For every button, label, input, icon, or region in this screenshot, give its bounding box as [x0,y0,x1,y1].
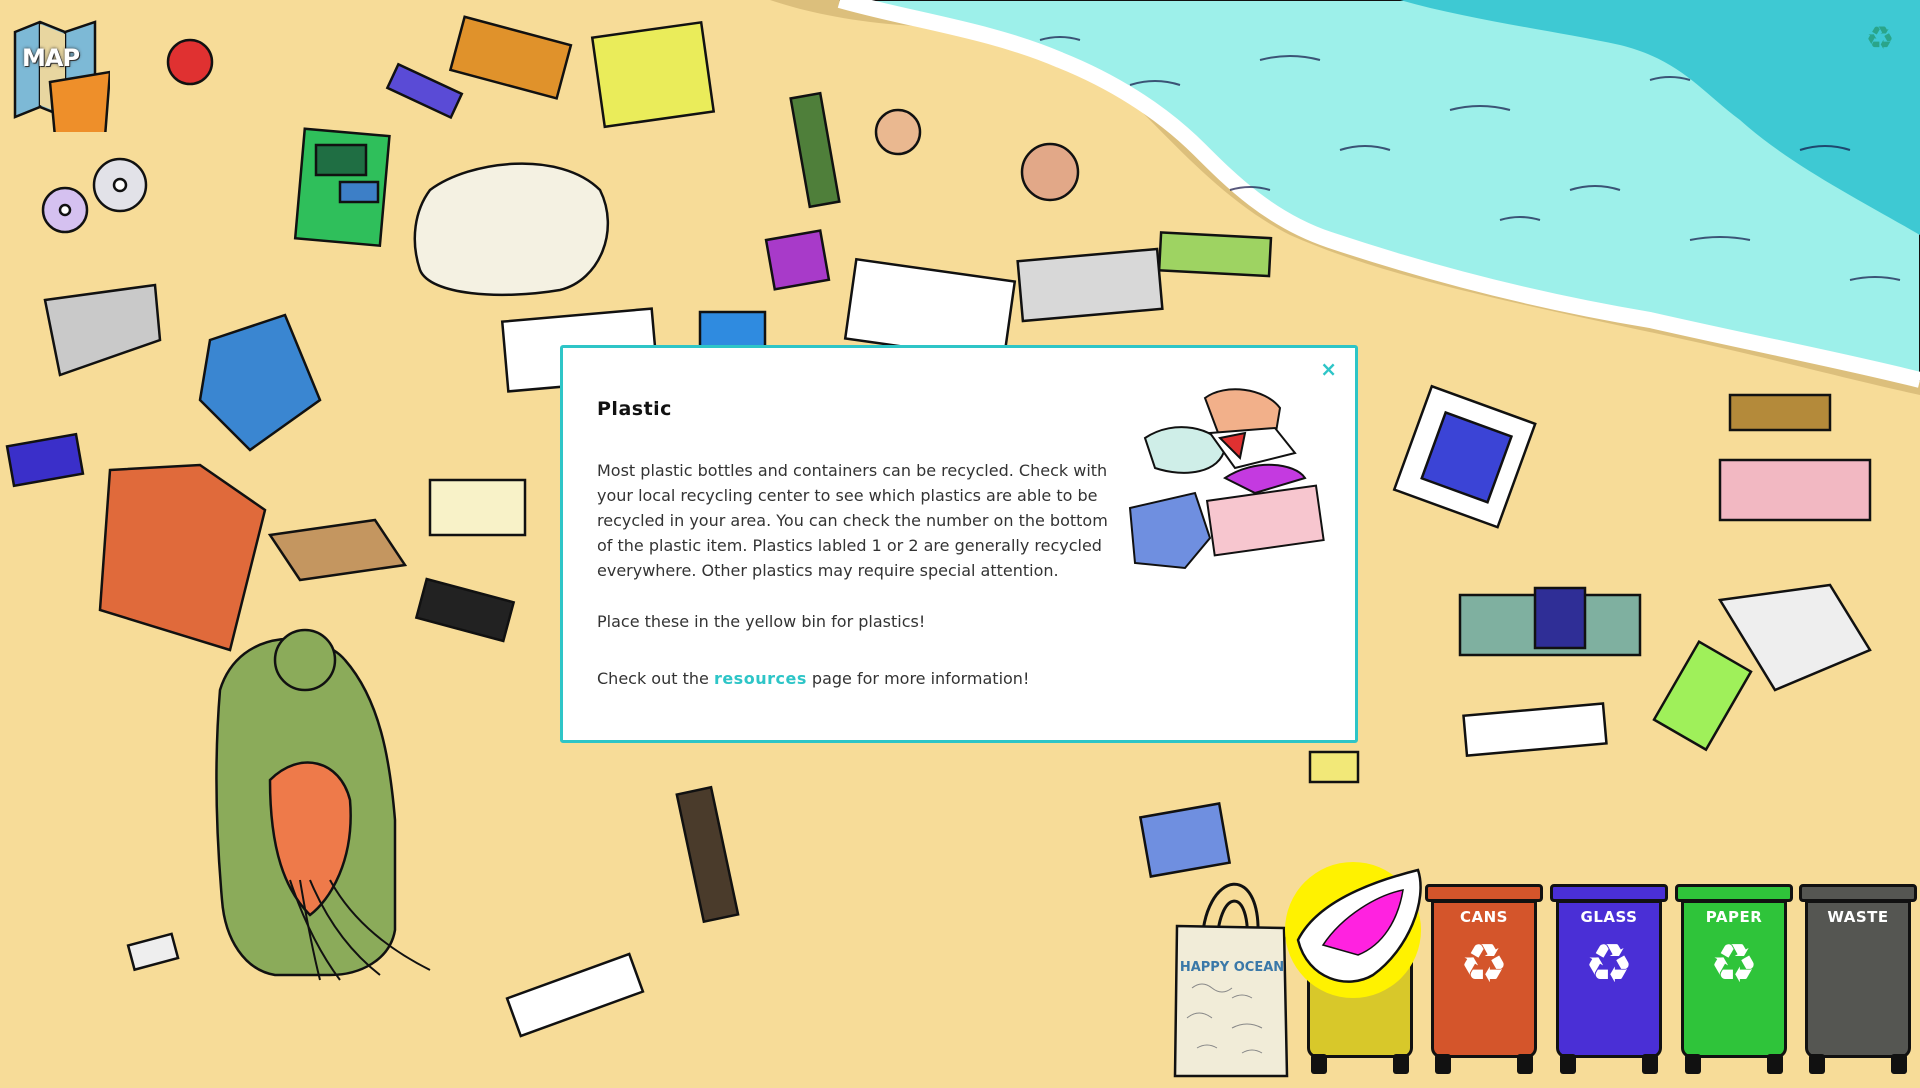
wheel-icon [1891,1054,1907,1074]
wheel-icon [1767,1054,1783,1074]
bin-waste[interactable]: WASTE [1799,884,1917,1074]
plastics-illustration [1128,388,1325,570]
wheel-icon [1517,1054,1533,1074]
resources-suffix: page for more information! [806,669,1030,688]
plastic-bag-icon [1285,862,1422,998]
bin-label: GLASS [1580,908,1638,926]
tote-bag-label: HAPPY OCEAN [1179,960,1285,975]
wheel-icon [1560,1054,1576,1074]
recycle-icon: ♻ [1709,932,1759,995]
bin-paper[interactable]: PAPER ♻ [1675,884,1793,1074]
dialog-resources-line: Check out the resources page for more in… [597,669,1029,688]
bin-cans[interactable]: CANS ♻ [1425,884,1543,1074]
resources-link[interactable]: resources [714,669,807,688]
wheel-icon [1393,1054,1409,1074]
dialog-description: Most plastic bottles and containers can … [597,461,1108,580]
bin-label: PAPER [1705,908,1763,926]
wheel-icon [1685,1054,1701,1074]
dialog-instruction: Place these in the yellow bin for plasti… [597,612,926,631]
close-icon[interactable]: × [1320,358,1337,380]
wheel-icon [1642,1054,1658,1074]
recycle-icon: ♻ [1459,932,1509,995]
selected-plastic-item[interactable] [1278,860,1428,1000]
map-button[interactable]: MAP [10,12,112,139]
bin-glass[interactable]: GLASS ♻ [1550,884,1668,1074]
bin-label: WASTE [1827,908,1889,926]
wheel-icon [1809,1054,1825,1074]
bin-label: CANS [1460,908,1508,926]
wheel-icon [1435,1054,1451,1074]
happy-ocean-tote-bag[interactable]: HAPPY OCEAN [1172,848,1292,1080]
info-dialog: × Plastic Most plastic bottles and conta… [560,345,1358,743]
resources-prefix: Check out the [597,669,714,688]
recycle-icon: ♻ [1584,932,1634,995]
map-icon [13,20,112,139]
dialog-title: Plastic [597,398,672,420]
recycle-icon[interactable]: ♻ [1862,20,1898,56]
wheel-icon [1311,1054,1327,1074]
map-label: MAP [22,44,80,72]
